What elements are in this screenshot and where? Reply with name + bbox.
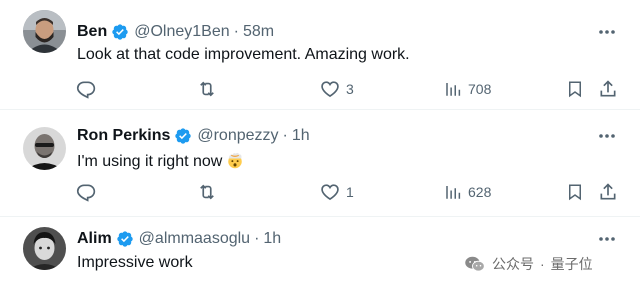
- like-button[interactable]: 1: [320, 181, 354, 203]
- user-handle[interactable]: @ronpezzy: [197, 127, 278, 145]
- reply-tweet[interactable]: Ben @Olney1Ben · 58m Look at that code i…: [0, 0, 640, 110]
- share-button[interactable]: [598, 78, 618, 100]
- share-button[interactable]: [598, 181, 618, 203]
- reply-button[interactable]: [76, 181, 102, 203]
- more-options-icon[interactable]: [596, 126, 618, 146]
- separator-dot: ·: [233, 23, 239, 40]
- bookmark-button[interactable]: [566, 181, 584, 203]
- avatar-alim-image: [23, 227, 66, 270]
- views-button[interactable]: 628: [444, 181, 491, 203]
- watermark-brand: 量子位: [550, 256, 593, 272]
- avatar-ben-image: [23, 10, 66, 53]
- wechat-icon: [465, 256, 485, 272]
- retweet-button[interactable]: [196, 78, 224, 100]
- more-options-icon[interactable]: [596, 22, 618, 42]
- views-icon: [446, 83, 461, 96]
- reply-button[interactable]: [76, 78, 102, 100]
- retweet-icon: [200, 81, 214, 97]
- retweet-button[interactable]: [196, 181, 224, 203]
- timestamp[interactable]: 58m: [243, 23, 274, 41]
- action-bar: 1 628: [0, 181, 640, 205]
- bookmark-icon: [569, 184, 581, 201]
- display-name[interactable]: Ron Perkins: [77, 127, 170, 145]
- share-icon: [600, 80, 616, 97]
- heart-icon: [321, 184, 339, 201]
- like-button[interactable]: 3: [320, 78, 354, 100]
- timestamp[interactable]: 1h: [263, 230, 281, 248]
- reply-icon: [76, 81, 96, 99]
- display-name[interactable]: Ben: [77, 23, 107, 41]
- user-handle[interactable]: @almmaasoglu: [139, 230, 250, 248]
- tweet-text: I'm using it right now: [77, 153, 223, 170]
- view-count: 628: [468, 184, 492, 200]
- tweet-text: Look at that code improvement. Amazing w…: [77, 46, 410, 63]
- watermark: 公众号 · 量子位: [464, 253, 593, 275]
- separator-dot: ·: [282, 127, 288, 144]
- avatar-ron-perkins-image: [23, 127, 66, 170]
- action-bar: 3 708: [0, 78, 640, 102]
- avatar[interactable]: [23, 227, 66, 270]
- reply-tweet[interactable]: Ron Perkins @ronpezzy · 1h I'm using it …: [0, 111, 640, 217]
- share-icon: [600, 183, 616, 200]
- tweet-header: Ben @Olney1Ben · 58m: [77, 22, 274, 42]
- watermark-source: 公众号: [492, 256, 534, 272]
- tweet-text: Impressive work: [77, 254, 193, 271]
- views-button[interactable]: 708: [444, 78, 491, 100]
- verified-badge-icon: [116, 231, 133, 247]
- reply-feed: Ben @Olney1Ben · 58m Look at that code i…: [0, 0, 640, 289]
- avatar[interactable]: [23, 10, 66, 53]
- separator-dot: ·: [254, 230, 260, 247]
- user-handle[interactable]: @Olney1Ben: [134, 23, 229, 41]
- tweet-header: Alim @almmaasoglu · 1h: [77, 229, 281, 249]
- reply-icon: [76, 184, 96, 202]
- more-options-icon[interactable]: [596, 229, 618, 249]
- view-count: 708: [468, 81, 492, 97]
- verified-badge-icon: [175, 128, 192, 144]
- timestamp[interactable]: 1h: [292, 127, 310, 145]
- verified-badge-icon: [112, 24, 128, 40]
- tweet-text-container: I'm using it right now: [77, 151, 244, 171]
- views-icon: [446, 186, 461, 199]
- retweet-icon: [200, 184, 214, 200]
- heart-icon: [321, 81, 339, 98]
- bookmark-icon: [569, 81, 581, 98]
- avatar[interactable]: [23, 127, 66, 170]
- bookmark-button[interactable]: [566, 78, 584, 100]
- tweet-header: Ron Perkins @ronpezzy · 1h: [77, 126, 310, 146]
- display-name[interactable]: Alim: [77, 230, 112, 248]
- like-count: 3: [346, 81, 354, 97]
- exploding-head-emoji-icon: [228, 152, 243, 169]
- watermark-separator: ·: [540, 256, 545, 272]
- like-count: 1: [346, 184, 354, 200]
